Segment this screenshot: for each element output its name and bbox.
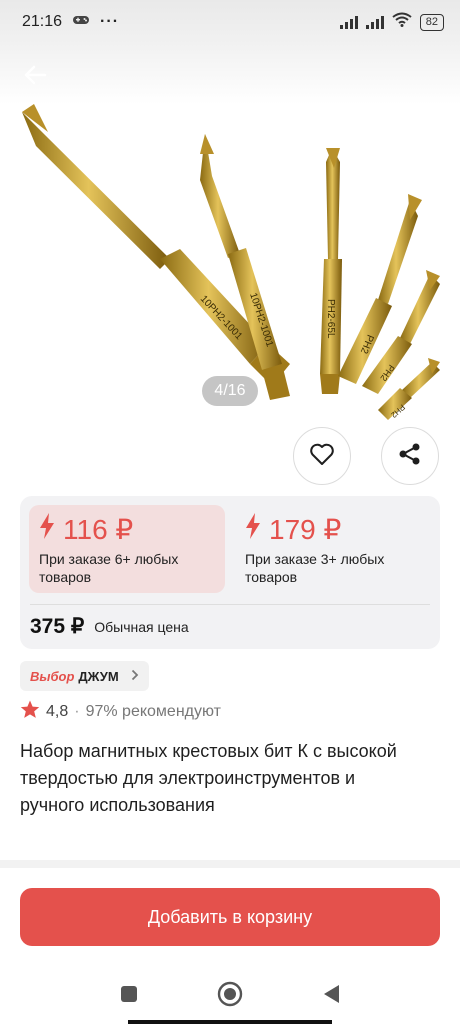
home-button[interactable]: [217, 981, 243, 1012]
recommend-percent: 97% рекомендуют: [85, 703, 221, 720]
rating-row[interactable]: 4,8 · 97% рекомендуют: [20, 700, 221, 724]
signal-icon: [339, 15, 358, 29]
battery-indicator: 82: [419, 13, 444, 31]
chevron-right-icon: [131, 668, 139, 684]
signal-icon: [365, 15, 384, 29]
screwdriver-bit: PH2: [338, 194, 422, 384]
price-value: 179 ₽: [269, 514, 342, 545]
choice-brand: Выбор: [30, 668, 75, 684]
image-top-gradient: [0, 44, 460, 104]
arrow-left-icon: [23, 65, 47, 90]
lightning-icon: [245, 513, 261, 546]
regular-price: 375 ₽: [30, 615, 85, 638]
status-time: 21:16: [22, 13, 63, 30]
image-counter: 4/16: [202, 376, 258, 406]
regular-price-row: 375 ₽ Обычная цена: [30, 614, 189, 639]
share-button[interactable]: [381, 427, 439, 485]
back-button[interactable]: [18, 62, 52, 92]
price-option-3plus[interactable]: 179 ₽ При заказе 3+ любых товаров: [235, 505, 431, 593]
screwdriver-bit: 10PH2-1001: [200, 134, 290, 400]
store-choice-badge[interactable]: Выбор ДЖУМ: [20, 661, 149, 691]
status-dots: ···: [100, 13, 120, 30]
regular-price-label: Обычная цена: [94, 618, 189, 635]
choice-name: ДЖУМ: [78, 668, 119, 684]
gesture-bar: [128, 1020, 332, 1024]
wifi-icon: [392, 12, 412, 32]
share-icon: [397, 441, 423, 472]
recent-apps-button[interactable]: [119, 984, 139, 1009]
status-bar: 21:16 ··· 82: [0, 0, 460, 44]
add-to-cart-button[interactable]: Добавить в корзину: [20, 888, 440, 946]
gamepad-icon: [72, 13, 90, 31]
price-condition: При заказе 3+ любых товаров: [245, 551, 385, 585]
divider: [30, 604, 430, 605]
price-value: 116 ₽: [63, 514, 134, 545]
lightning-icon: [39, 513, 55, 546]
section-separator: [0, 860, 460, 868]
bit-label: PH2-65L: [325, 299, 336, 339]
rating-value: 4,8: [46, 703, 69, 720]
screwdriver-bit: PH2-65L: [320, 148, 342, 394]
system-nav-bar: [0, 968, 460, 1024]
favorite-button[interactable]: [293, 427, 351, 485]
product-title: Набор магнитных крестовых бит К с высоко…: [20, 741, 397, 815]
screwdriver-bit: 10PH2-1001: [22, 104, 290, 386]
star-icon: [20, 700, 40, 724]
back-nav-button[interactable]: [321, 983, 341, 1010]
rating-separator: ·: [74, 703, 80, 720]
product-image-gallery[interactable]: 10PH2-1001 10PH2-1001 PH2-65L PH2 PH2 PH…: [0, 44, 460, 424]
heart-icon: [309, 442, 335, 471]
price-option-6plus[interactable]: 116 ₽ При заказе 6+ любых товаров: [29, 505, 225, 593]
price-condition: При заказе 6+ любых товаров: [39, 551, 179, 585]
price-card: 116 ₽ При заказе 6+ любых товаров 179 ₽ …: [20, 496, 440, 649]
